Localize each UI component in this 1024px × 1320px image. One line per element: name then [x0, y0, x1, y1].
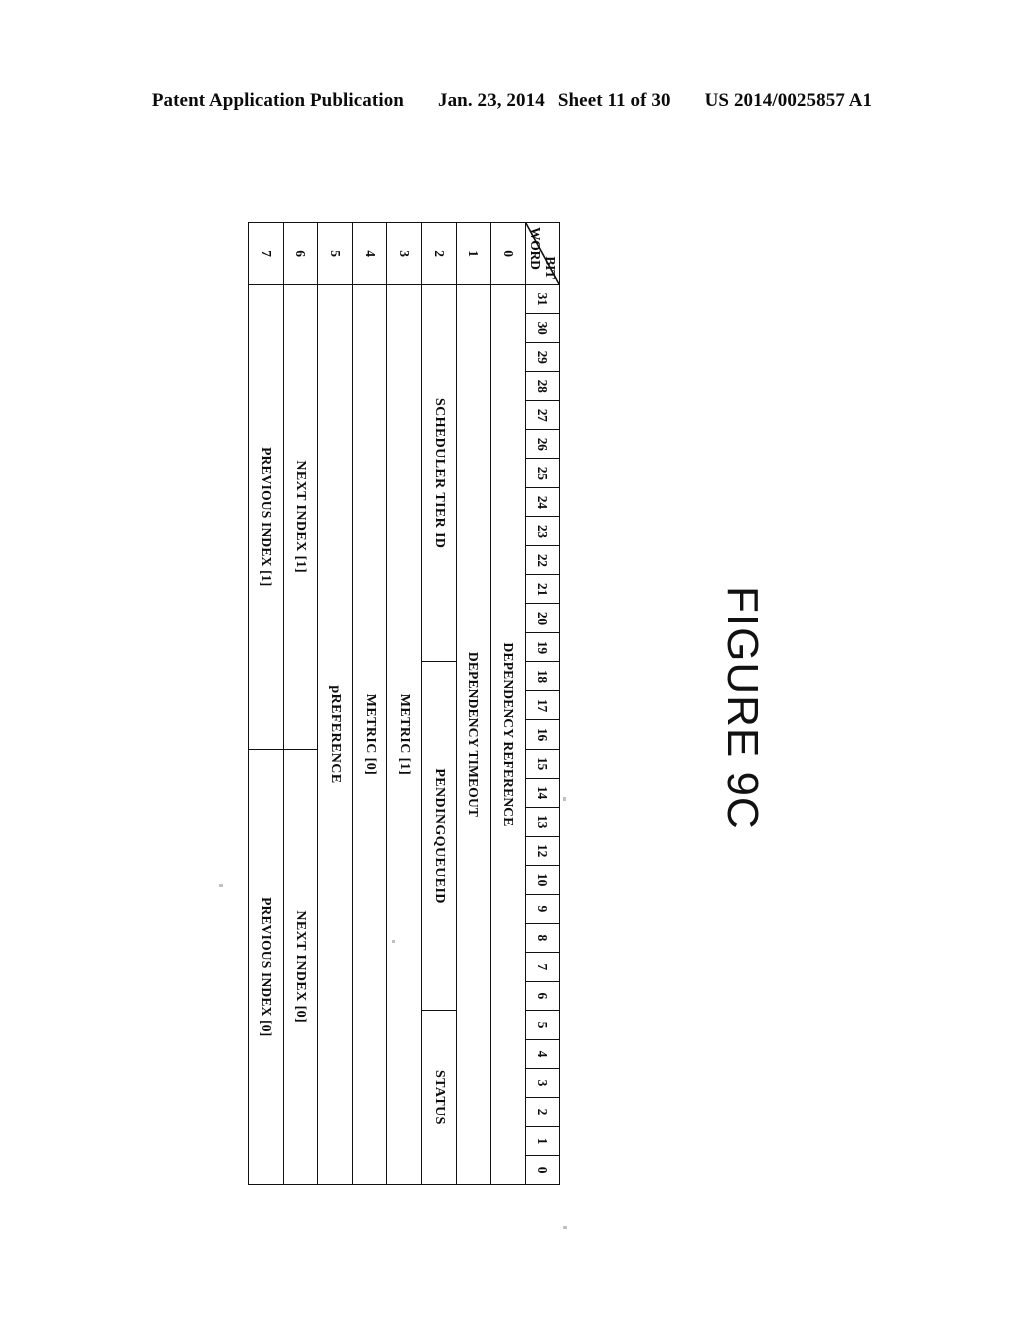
- field-cell: pREFERENCE: [317, 284, 353, 1185]
- scan-speck: [563, 1226, 567, 1229]
- bit-number-cell: 29: [525, 342, 560, 372]
- bit-number-cell: 25: [525, 458, 560, 488]
- bit-number-cell: 15: [525, 749, 560, 779]
- field-cell: DEPENDENCY REFERENCE: [490, 284, 526, 1185]
- word-number-cell: 1: [456, 222, 491, 285]
- axis-corner-cell: WORD BIT: [525, 222, 560, 285]
- figure-caption: FIGURE 9C: [718, 586, 767, 830]
- bit-number-cell: 31: [525, 284, 560, 314]
- bit-number-cell: 8: [525, 923, 560, 953]
- bit-number-cell: 21: [525, 574, 560, 604]
- word-number-cell: 2: [421, 222, 457, 285]
- word-row: 6 NEXT INDEX [1] NEXT INDEX [0]: [283, 222, 318, 1185]
- bit-axis-label: BIT: [543, 256, 558, 279]
- figure-9c: WORD BIT 31 30 29 28 27 26 25 24 23 22 21 20 19 18 17 16 1…: [0, 0, 1024, 1320]
- bit-number-cell: 20: [525, 603, 560, 633]
- word-row: 0 DEPENDENCY REFERENCE: [490, 222, 526, 1185]
- bit-number-cell: 13: [525, 807, 560, 837]
- bit-number-cell: 4: [525, 1039, 560, 1069]
- bit-number-cell: 24: [525, 487, 560, 517]
- field-cell: PREVIOUS INDEX [1]: [248, 284, 284, 749]
- bit-number-cell: 7: [525, 952, 560, 982]
- word-row: 2 SCHEDULER TIER ID PENDINGQUEUEID STATUS: [421, 222, 457, 1185]
- word-row: 7 PREVIOUS INDEX [1] PREVIOUS INDEX [0]: [248, 222, 284, 1185]
- word-number-cell: 6: [283, 222, 318, 285]
- word-number-cell: 0: [490, 222, 526, 285]
- scan-speck: [392, 940, 395, 943]
- register-layout-table-wrapper: WORD BIT 31 30 29 28 27 26 25 24 23 22 21 20 19 18 17 16 1…: [248, 222, 560, 1185]
- bit-header-row: WORD BIT 31 30 29 28 27 26 25 24 23 22 21 20 19 18 17 16 1…: [525, 222, 560, 1185]
- register-layout-table: WORD BIT 31 30 29 28 27 26 25 24 23 22 21 20 19 18 17 16 1…: [248, 222, 560, 1185]
- word-axis-label: WORD: [527, 227, 543, 270]
- bit-number-cell: 10: [525, 865, 560, 895]
- bit-number-cell: 28: [525, 371, 560, 401]
- bit-number-cell: 2: [525, 1097, 560, 1127]
- field-cell: SCHEDULER TIER ID: [421, 284, 457, 662]
- bit-number-cell: 27: [525, 400, 560, 430]
- field-cell: METRIC [0]: [352, 284, 387, 1185]
- bit-number-cell: 1: [525, 1126, 560, 1156]
- field-cell: METRIC [1]: [386, 284, 422, 1185]
- field-cell: NEXT INDEX [0]: [283, 749, 318, 1185]
- bit-number-cell: 30: [525, 313, 560, 343]
- word-number-cell: 4: [352, 222, 387, 285]
- bit-number-cell: 22: [525, 545, 560, 575]
- field-cell: DEPENDENCY TIMEOUT: [456, 284, 491, 1185]
- bit-number-cell: 18: [525, 661, 560, 691]
- word-number-cell: 3: [386, 222, 422, 285]
- bit-number-cell: 3: [525, 1068, 560, 1098]
- field-cell: PREVIOUS INDEX [0]: [248, 749, 284, 1185]
- scan-speck: [563, 797, 566, 801]
- word-row: 3 METRIC [1]: [386, 222, 422, 1185]
- word-number-cell: 5: [317, 222, 353, 285]
- bit-number-cell: 5: [525, 1010, 560, 1040]
- word-row: 5 pREFERENCE: [317, 222, 353, 1185]
- bit-number-cell: 12: [525, 836, 560, 866]
- bit-number-cell: 26: [525, 429, 560, 459]
- scan-speck: [219, 884, 223, 887]
- field-cell: NEXT INDEX [1]: [283, 284, 318, 749]
- word-number-cell: 7: [248, 222, 284, 285]
- bit-number-cell: 17: [525, 690, 560, 720]
- bit-number-cell: 6: [525, 981, 560, 1011]
- bit-number-cell: 0: [525, 1155, 560, 1185]
- bit-number-cell: 23: [525, 516, 560, 546]
- bit-number-cell: 9: [525, 894, 560, 924]
- bit-number-cell: 19: [525, 632, 560, 662]
- word-row: 1 DEPENDENCY TIMEOUT: [456, 222, 491, 1185]
- field-cell: PENDINGQUEUEID: [421, 661, 457, 1011]
- word-row: 4 METRIC [0]: [352, 222, 387, 1185]
- bit-number-cell: 16: [525, 719, 560, 749]
- bit-number-cell: 14: [525, 778, 560, 808]
- field-cell: STATUS: [421, 1010, 457, 1185]
